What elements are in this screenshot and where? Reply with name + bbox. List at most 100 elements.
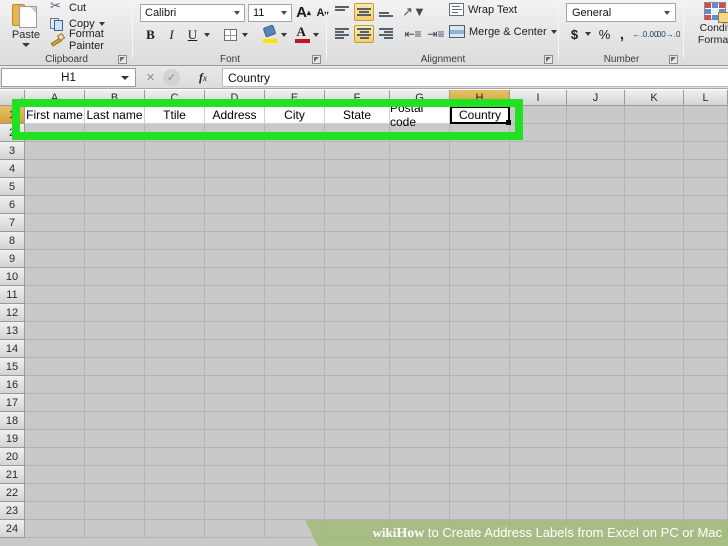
cell-D23[interactable] <box>205 502 265 520</box>
cell-B1[interactable]: Last name <box>85 106 145 124</box>
cell-C7[interactable] <box>145 214 205 232</box>
cell-L8[interactable] <box>684 232 728 250</box>
cell-G11[interactable] <box>390 286 450 304</box>
cell-B4[interactable] <box>85 160 145 178</box>
cell-E7[interactable] <box>265 214 325 232</box>
cell-E4[interactable] <box>265 160 325 178</box>
column-header-c[interactable]: C <box>145 90 205 106</box>
cell-J15[interactable] <box>567 358 625 376</box>
cell-A17[interactable] <box>25 394 85 412</box>
fill-color-button[interactable] <box>261 24 279 44</box>
cell-K5[interactable] <box>625 178 684 196</box>
cell-D7[interactable] <box>205 214 265 232</box>
column-header-d[interactable]: D <box>205 90 265 106</box>
orientation-icon[interactable]: ↗▼ <box>402 3 426 21</box>
cell-J19[interactable] <box>567 430 625 448</box>
format-painter-button[interactable]: Format Painter <box>50 28 133 52</box>
row-header-13[interactable]: 13 <box>0 322 25 340</box>
name-box[interactable]: H1 <box>1 68 136 87</box>
cell-C15[interactable] <box>145 358 205 376</box>
cell-L11[interactable] <box>684 286 728 304</box>
chevron-down-icon[interactable] <box>98 22 105 26</box>
cell-I22[interactable] <box>510 484 567 502</box>
cell-F19[interactable] <box>325 430 390 448</box>
percent-button[interactable]: % <box>597 25 612 43</box>
cell-D4[interactable] <box>205 160 265 178</box>
cell-D22[interactable] <box>205 484 265 502</box>
cell-J5[interactable] <box>567 178 625 196</box>
cell-G10[interactable] <box>390 268 450 286</box>
cell-G4[interactable] <box>390 160 450 178</box>
cell-D1[interactable]: Address <box>205 106 265 124</box>
cell-K4[interactable] <box>625 160 684 178</box>
cell-K11[interactable] <box>625 286 684 304</box>
cell-G21[interactable] <box>390 466 450 484</box>
cell-B13[interactable] <box>85 322 145 340</box>
cell-F9[interactable] <box>325 250 390 268</box>
cell-I19[interactable] <box>510 430 567 448</box>
cell-G9[interactable] <box>390 250 450 268</box>
cell-E19[interactable] <box>265 430 325 448</box>
row-header-10[interactable]: 10 <box>0 268 25 286</box>
cell-A21[interactable] <box>25 466 85 484</box>
cell-C14[interactable] <box>145 340 205 358</box>
cell-A10[interactable] <box>25 268 85 286</box>
cell-F2[interactable] <box>325 124 390 142</box>
column-header-e[interactable]: E <box>265 90 325 106</box>
cell-C4[interactable] <box>145 160 205 178</box>
align-right-icon[interactable] <box>376 25 396 43</box>
row-header-4[interactable]: 4 <box>0 160 25 178</box>
wrap-text-button[interactable]: Wrap Text <box>449 3 517 16</box>
cell-F18[interactable] <box>325 412 390 430</box>
row-header-19[interactable]: 19 <box>0 430 25 448</box>
cell-A16[interactable] <box>25 376 85 394</box>
number-dialog-launcher[interactable] <box>669 55 678 64</box>
font-color-button[interactable]: A <box>293 24 311 44</box>
cell-B7[interactable] <box>85 214 145 232</box>
cell-G20[interactable] <box>390 448 450 466</box>
cell-C9[interactable] <box>145 250 205 268</box>
cell-L2[interactable] <box>684 124 728 142</box>
cell-I6[interactable] <box>510 196 567 214</box>
cell-L17[interactable] <box>684 394 728 412</box>
cell-A15[interactable] <box>25 358 85 376</box>
cell-H2[interactable] <box>450 124 510 142</box>
column-header-i[interactable]: I <box>510 90 567 106</box>
cell-J20[interactable] <box>567 448 625 466</box>
cell-J4[interactable] <box>567 160 625 178</box>
align-middle-icon[interactable] <box>354 3 374 21</box>
row-header-16[interactable]: 16 <box>0 376 25 394</box>
cell-J23[interactable] <box>567 502 625 520</box>
cell-G5[interactable] <box>390 178 450 196</box>
cell-J22[interactable] <box>567 484 625 502</box>
cell-C23[interactable] <box>145 502 205 520</box>
cell-C5[interactable] <box>145 178 205 196</box>
cell-K22[interactable] <box>625 484 684 502</box>
row-header-21[interactable]: 21 <box>0 466 25 484</box>
cell-K21[interactable] <box>625 466 684 484</box>
cell-L20[interactable] <box>684 448 728 466</box>
cell-B21[interactable] <box>85 466 145 484</box>
column-header-b[interactable]: B <box>85 90 145 106</box>
cell-J6[interactable] <box>567 196 625 214</box>
cell-E22[interactable] <box>265 484 325 502</box>
cell-G3[interactable] <box>390 142 450 160</box>
cell-A4[interactable] <box>25 160 85 178</box>
cell-I16[interactable] <box>510 376 567 394</box>
cell-F3[interactable] <box>325 142 390 160</box>
cell-A19[interactable] <box>25 430 85 448</box>
cell-J9[interactable] <box>567 250 625 268</box>
cell-A3[interactable] <box>25 142 85 160</box>
cell-I21[interactable] <box>510 466 567 484</box>
cell-C10[interactable] <box>145 268 205 286</box>
chevron-down-icon[interactable] <box>240 30 249 39</box>
cell-F16[interactable] <box>325 376 390 394</box>
cell-D2[interactable] <box>205 124 265 142</box>
row-header-1[interactable]: 1 <box>0 106 25 124</box>
cell-L15[interactable] <box>684 358 728 376</box>
cell-D16[interactable] <box>205 376 265 394</box>
cell-E12[interactable] <box>265 304 325 322</box>
column-header-a[interactable]: A <box>25 90 85 106</box>
cell-K6[interactable] <box>625 196 684 214</box>
cell-A20[interactable] <box>25 448 85 466</box>
